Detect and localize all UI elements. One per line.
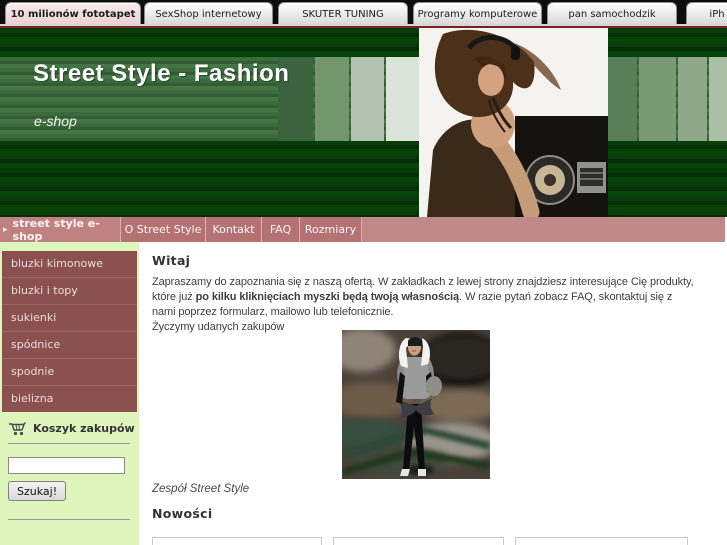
band-block [608,57,637,141]
site-title: Street Style - Fashion [33,60,290,87]
welcome-heading: Witaj [152,253,191,268]
nav-home[interactable]: ▸ street style e-shop [0,216,120,243]
product-box [515,537,688,545]
band-block [639,57,676,141]
header: Street Style - Fashion e-shop [0,28,727,217]
band-block [709,57,727,141]
nav-item-o-street-style[interactable]: O Street Style [120,217,205,242]
cart-icon [9,422,26,436]
category-menu: bluzki kimonowe bluzki i topy sukienki s… [2,251,137,412]
cart-link[interactable]: Koszyk zakupów [8,421,135,436]
nav-item-kontakt[interactable]: Kontakt [205,217,261,242]
intro-line2-bold: po kilku kliknięciach myszki będą twoją … [195,291,460,303]
page: 10 milionów fototapet SexShop internetow… [0,0,727,545]
news-heading: Nowości [152,506,213,521]
sidebar: bluzki kimonowe bluzki i topy sukienki s… [0,242,139,545]
toptab-fototapety[interactable]: 10 milionów fototapet [5,2,141,25]
main-content: Witaj Zapraszamy do zapoznania się z nas… [139,242,727,545]
sidebar-item-bluzki-kimonowe[interactable]: bluzki kimonowe [2,251,137,277]
cart-label: Koszyk zakupów [33,422,135,435]
top-tab-bar: 10 milionów fototapet SexShop internetow… [0,0,727,26]
nav-home-label: street style e-shop [12,216,100,243]
intro-paragraph: Zapraszamy do zapoznania się z naszą ofe… [152,275,704,335]
toptab-sexshop[interactable]: SexShop internetowy [144,2,273,25]
sidebar-item-bielizna[interactable]: bielizna [2,385,137,412]
product-box [152,537,322,545]
toptab-skuter[interactable]: SKUTER TUNING [278,2,408,25]
sidebar-divider [8,443,130,444]
search-button[interactable]: Szukaj! [8,481,67,501]
sidebar-item-sukienki[interactable]: sukienki [2,304,137,331]
intro-line2-post: . W razie pytań zobacz FAQ, skontaktuj s… [459,291,673,303]
search-input[interactable] [8,457,125,474]
arrow-icon: ▸ [3,224,8,235]
band-block [386,57,420,141]
intro-line1: Zapraszamy do zapoznania się z naszą ofe… [152,276,694,288]
nav-filler [361,217,725,242]
main-nav: ▸ street style e-shop O Street Style Kon… [0,216,725,243]
band-block [351,57,384,141]
nav-item-faq[interactable]: FAQ [261,217,299,242]
band-block [678,57,707,141]
intro-line4: Życzymy udanych zakupów [152,321,285,333]
toptab-iphone-cut[interactable]: iPh [686,2,727,25]
nav-item-rozmiary[interactable]: Rozmiary [299,217,361,242]
toptab-samochodzik[interactable]: pan samochodzik [547,2,677,25]
model-photo [342,330,490,479]
sidebar-item-spodnice[interactable]: spódnice [2,331,137,358]
site-subtitle: e-shop [34,113,77,129]
sidebar-item-spodnie[interactable]: spodnie [2,358,137,385]
product-box [333,537,504,545]
band-block [315,57,349,141]
sidebar-divider [8,519,130,520]
sidebar-item-bluzki-i-topy[interactable]: bluzki i topy [2,277,137,304]
intro-line3: nami poprzez formularz, mailowo lub tele… [152,306,394,318]
intro-line2-pre: które już [152,291,196,303]
header-photo [419,28,608,217]
toptab-programy[interactable]: Programy komputerowe [413,2,542,25]
signature-text: Zespół Street Style [152,483,250,495]
